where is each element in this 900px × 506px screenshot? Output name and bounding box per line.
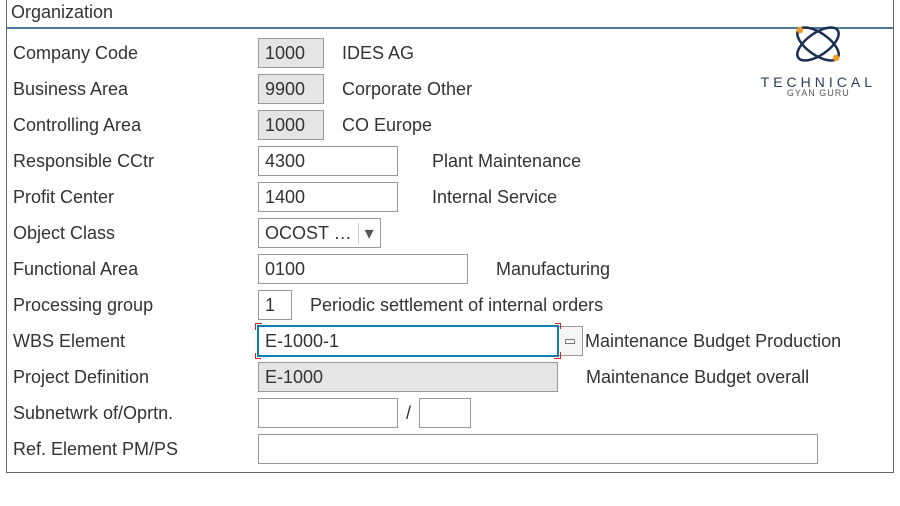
section-divider bbox=[7, 27, 893, 29]
field-subnetwork-2[interactable] bbox=[419, 398, 471, 428]
row-business-area: Business Area 9900 Corporate Other bbox=[7, 71, 893, 107]
label-company-code: Company Code bbox=[13, 43, 258, 64]
label-responsible-cctr: Responsible CCtr bbox=[13, 151, 258, 172]
label-project-definition: Project Definition bbox=[13, 367, 258, 388]
select-object-class-value: OCOST … bbox=[259, 223, 358, 244]
desc-project-definition: Maintenance Budget overall bbox=[586, 367, 809, 388]
row-profit-center: Profit Center 1400 Internal Service bbox=[7, 179, 893, 215]
label-business-area: Business Area bbox=[13, 79, 258, 100]
field-wbs-element[interactable]: E-1000-1 bbox=[258, 326, 558, 356]
search-help-icon: ▭ bbox=[564, 333, 576, 349]
field-business-area[interactable]: 9900 bbox=[258, 74, 324, 104]
field-company-code[interactable]: 1000 bbox=[258, 38, 324, 68]
section-title: Organization bbox=[7, 0, 893, 27]
row-object-class: Object Class OCOST … ▾ bbox=[7, 215, 893, 251]
label-functional-area: Functional Area bbox=[13, 259, 258, 280]
desc-wbs-element: Maintenance Budget Production bbox=[585, 331, 841, 352]
label-profit-center: Profit Center bbox=[13, 187, 258, 208]
desc-business-area: Corporate Other bbox=[342, 79, 472, 100]
chevron-down-icon: ▾ bbox=[358, 223, 380, 244]
field-functional-area[interactable]: 0100 bbox=[258, 254, 468, 284]
field-responsible-cctr[interactable]: 4300 bbox=[258, 146, 398, 176]
label-processing-group: Processing group bbox=[13, 295, 258, 316]
field-ref-element[interactable] bbox=[258, 434, 818, 464]
row-processing-group: Processing group 1 Periodic settlement o… bbox=[7, 287, 893, 323]
row-responsible-cctr: Responsible CCtr 4300 Plant Maintenance bbox=[7, 143, 893, 179]
desc-profit-center: Internal Service bbox=[432, 187, 557, 208]
row-ref-element: Ref. Element PM/PS bbox=[7, 431, 893, 472]
label-ref-element: Ref. Element PM/PS bbox=[13, 439, 258, 460]
desc-functional-area: Manufacturing bbox=[496, 259, 610, 280]
label-object-class: Object Class bbox=[13, 223, 258, 244]
label-subnetwork: Subnetwrk of/Oprtn. bbox=[13, 403, 258, 424]
row-project-definition: Project Definition E-1000 Maintenance Bu… bbox=[7, 359, 893, 395]
field-processing-group[interactable]: 1 bbox=[258, 290, 292, 320]
label-wbs-element: WBS Element bbox=[13, 331, 258, 352]
field-subnetwork-1[interactable] bbox=[258, 398, 398, 428]
row-functional-area: Functional Area 0100 Manufacturing bbox=[7, 251, 893, 287]
desc-responsible-cctr: Plant Maintenance bbox=[432, 151, 581, 172]
desc-company-code: IDES AG bbox=[342, 43, 414, 64]
desc-processing-group: Periodic settlement of internal orders bbox=[310, 295, 603, 316]
row-wbs-element: WBS Element E-1000-1 ▭ Maintenance Budge… bbox=[7, 323, 893, 359]
field-controlling-area[interactable]: 1000 bbox=[258, 110, 324, 140]
organization-panel: Organization Company Code 1000 IDES AG B… bbox=[6, 0, 894, 473]
row-company-code: Company Code 1000 IDES AG bbox=[7, 35, 893, 71]
field-project-definition[interactable]: E-1000 bbox=[258, 362, 558, 392]
select-object-class[interactable]: OCOST … ▾ bbox=[258, 218, 381, 248]
label-controlling-area: Controlling Area bbox=[13, 115, 258, 136]
desc-controlling-area: CO Europe bbox=[342, 115, 432, 136]
row-subnetwork: Subnetwrk of/Oprtn. / bbox=[7, 395, 893, 431]
row-controlling-area: Controlling Area 1000 CO Europe bbox=[7, 107, 893, 143]
separator-slash: / bbox=[406, 403, 411, 424]
field-profit-center[interactable]: 1400 bbox=[258, 182, 398, 212]
